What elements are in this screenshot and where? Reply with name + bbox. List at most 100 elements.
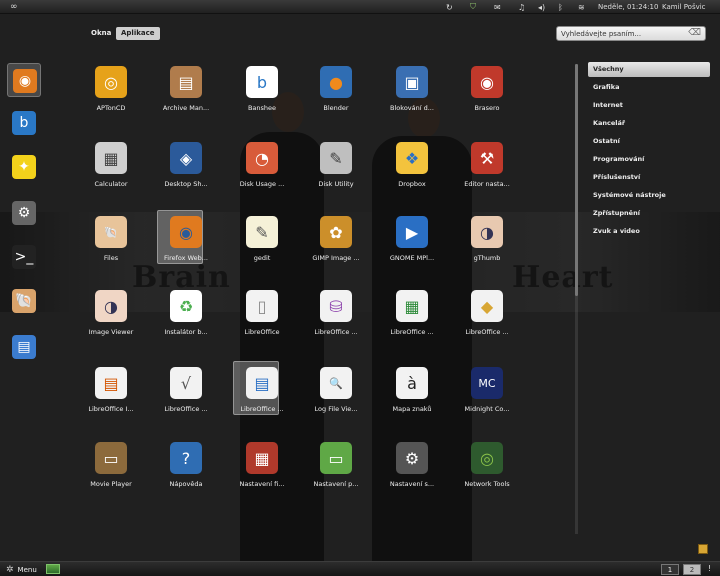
help-icon: ?: [170, 442, 202, 474]
app-help[interactable]: ? Nápověda: [159, 442, 231, 502]
notification-icon[interactable]: !: [708, 564, 711, 573]
app-charmap[interactable]: à Mapa znaků: [385, 367, 457, 427]
app-libreoffice-impress[interactable]: ▤ LibreOffice I...: [84, 367, 156, 427]
category-item[interactable]: Zvuk a video: [588, 224, 710, 239]
app-aptoncd[interactable]: ◎ APTonCD: [84, 66, 156, 126]
gear-icon: ✲: [6, 564, 14, 575]
top-panel: ∞ ↻ ⛉ ✉ ♫ ◂) ᛒ ≋ Neděle, 01:24:10 Kamil …: [0, 0, 720, 14]
desktop-share-icon: ◈: [170, 142, 202, 174]
wifi-icon[interactable]: ≋: [578, 0, 585, 14]
app-label: gedit: [253, 254, 271, 262]
app-installer[interactable]: ♻ Instalátor b...: [159, 290, 231, 350]
app-libreoffice-math[interactable]: √ LibreOffice ...: [159, 367, 231, 427]
app-label: Firefox Web...: [164, 254, 208, 262]
show-desktop-icon[interactable]: [46, 564, 60, 574]
calculator-icon: ▦: [95, 142, 127, 174]
app-blender[interactable]: ● Blender: [309, 66, 381, 126]
search-input[interactable]: [561, 28, 686, 39]
app-label: Editor nasta...: [464, 180, 510, 188]
app-config-editor[interactable]: ⚒ Editor nasta...: [460, 142, 532, 202]
midnight-commander-icon: MC: [471, 367, 503, 399]
app-label: Image Viewer: [88, 328, 134, 336]
workspace-1[interactable]: 1: [661, 564, 679, 575]
app-mplayer[interactable]: ▶ GNOME MPl...: [385, 216, 457, 276]
app-gedit[interactable]: ✎ gedit: [235, 216, 307, 276]
clock[interactable]: Neděle, 01:24:10: [598, 3, 658, 11]
app-firefox[interactable]: ◉ Firefox Web...: [157, 210, 231, 276]
app-desktop-settings[interactable]: ▭ Nastavení p...: [309, 442, 381, 502]
app-network-lock[interactable]: ▣ Blokování d...: [385, 66, 457, 126]
app-libreoffice-draw[interactable]: ◆ LibreOffice ...: [460, 290, 532, 350]
workspace-2[interactable]: 2: [683, 564, 701, 575]
bluetooth-icon[interactable]: ᛒ: [558, 0, 563, 14]
shield-icon[interactable]: ⛉: [470, 0, 476, 14]
category-item[interactable]: Systémové nástroje: [588, 188, 710, 203]
app-brasero[interactable]: ◉ Brasero: [460, 66, 532, 126]
firefox-icon: ◉: [170, 216, 202, 248]
category-item[interactable]: Internet: [588, 98, 710, 113]
category-item[interactable]: Programování: [588, 152, 710, 167]
app-movie-player[interactable]: ▭ Movie Player: [84, 442, 156, 502]
infinity-icon[interactable]: ∞: [10, 2, 18, 12]
user-menu[interactable]: Kamil Pošvic: [662, 3, 706, 11]
app-label: Blokování d...: [390, 104, 434, 112]
app-image-viewer[interactable]: ◑ Image Viewer: [84, 290, 156, 350]
favorite-files[interactable]: 🐚: [7, 284, 41, 318]
app-desktop-share[interactable]: ◈ Desktop Sh...: [159, 142, 231, 202]
system-settings-icon: ⚙: [396, 442, 428, 474]
update-icon[interactable]: ↻: [446, 0, 453, 14]
tab-applications[interactable]: Aplikace: [116, 27, 160, 40]
mail-icon[interactable]: ✉: [494, 0, 501, 14]
app-firewall[interactable]: ▦ Nastavení fi...: [235, 442, 307, 502]
banshee-icon: b: [12, 111, 36, 135]
app-banshee[interactable]: b Banshee: [235, 66, 307, 126]
network-tools-icon: ◎: [471, 442, 503, 474]
app-midnight-commander[interactable]: MC Midnight Co...: [460, 367, 532, 427]
category-item[interactable]: Grafika: [588, 80, 710, 95]
category-item[interactable]: Všechny: [588, 62, 710, 77]
app-disk-utility[interactable]: ✎ Disk Utility: [309, 142, 381, 202]
music-icon[interactable]: ♫: [518, 0, 525, 14]
favorite-firefox[interactable]: ◉: [7, 63, 41, 97]
app-gimp[interactable]: ✿ GIMP Image ...: [309, 216, 381, 276]
category-item[interactable]: Kancelář: [588, 116, 710, 131]
volume-icon[interactable]: ◂): [538, 0, 545, 14]
app-system-settings[interactable]: ⚙ Nastavení s...: [385, 442, 457, 502]
app-label: Movie Player: [90, 480, 132, 488]
app-libreoffice-calc[interactable]: ▦ LibreOffice ...: [385, 290, 457, 350]
category-item[interactable]: Zpřístupnění: [588, 206, 710, 221]
app-files[interactable]: 🐚 Files: [84, 216, 156, 276]
favorite-star[interactable]: ✦: [7, 150, 41, 184]
app-log-viewer[interactable]: 🔍 Log File Vie...: [309, 367, 381, 427]
app-label: Desktop Sh...: [164, 180, 208, 188]
favorite-terminal[interactable]: >_: [7, 240, 41, 274]
tab-windows[interactable]: Okna: [86, 27, 116, 40]
category-item[interactable]: Ostatní: [588, 134, 710, 149]
app-libreoffice-writer[interactable]: ▤ LibreOffice ...: [233, 361, 307, 427]
favorite-settings[interactable]: ⚙: [7, 196, 41, 230]
app-label: Banshee: [247, 104, 277, 112]
banshee-icon: b: [246, 66, 278, 98]
app-libreoffice[interactable]: ▯ LibreOffice: [235, 290, 307, 350]
app-label: Dropbox: [398, 180, 426, 188]
search-box[interactable]: ⌫: [556, 26, 706, 41]
app-label: Blender: [323, 104, 349, 112]
app-disk-usage[interactable]: ◔ Disk Usage ...: [235, 142, 307, 202]
app-network-tools[interactable]: ◎ Network Tools: [460, 442, 532, 502]
files-icon: 🐚: [12, 289, 36, 313]
app-label: Nastavení s...: [389, 480, 435, 488]
app-gthumb[interactable]: ◑ gThumb: [460, 216, 532, 276]
favorite-banshee[interactable]: b: [7, 106, 41, 140]
category-item[interactable]: Příslušenství: [588, 170, 710, 185]
app-label: APTonCD: [96, 104, 126, 112]
app-grid-scrollbar[interactable]: [575, 64, 578, 296]
app-calculator[interactable]: ▦ Calculator: [84, 142, 156, 202]
tray-folder-icon[interactable]: [698, 544, 708, 554]
app-libreoffice-base[interactable]: ⛁ LibreOffice ...: [309, 290, 381, 350]
clear-icon[interactable]: ⌫: [688, 28, 701, 39]
app-label: Network Tools: [464, 480, 510, 488]
app-archive[interactable]: ▤ Archive Man...: [159, 66, 231, 126]
app-dropbox[interactable]: ❖ Dropbox: [385, 142, 457, 202]
favorite-libreoffice-writer[interactable]: ▤: [7, 330, 41, 364]
menu-button[interactable]: ✲ Menu: [6, 564, 37, 575]
